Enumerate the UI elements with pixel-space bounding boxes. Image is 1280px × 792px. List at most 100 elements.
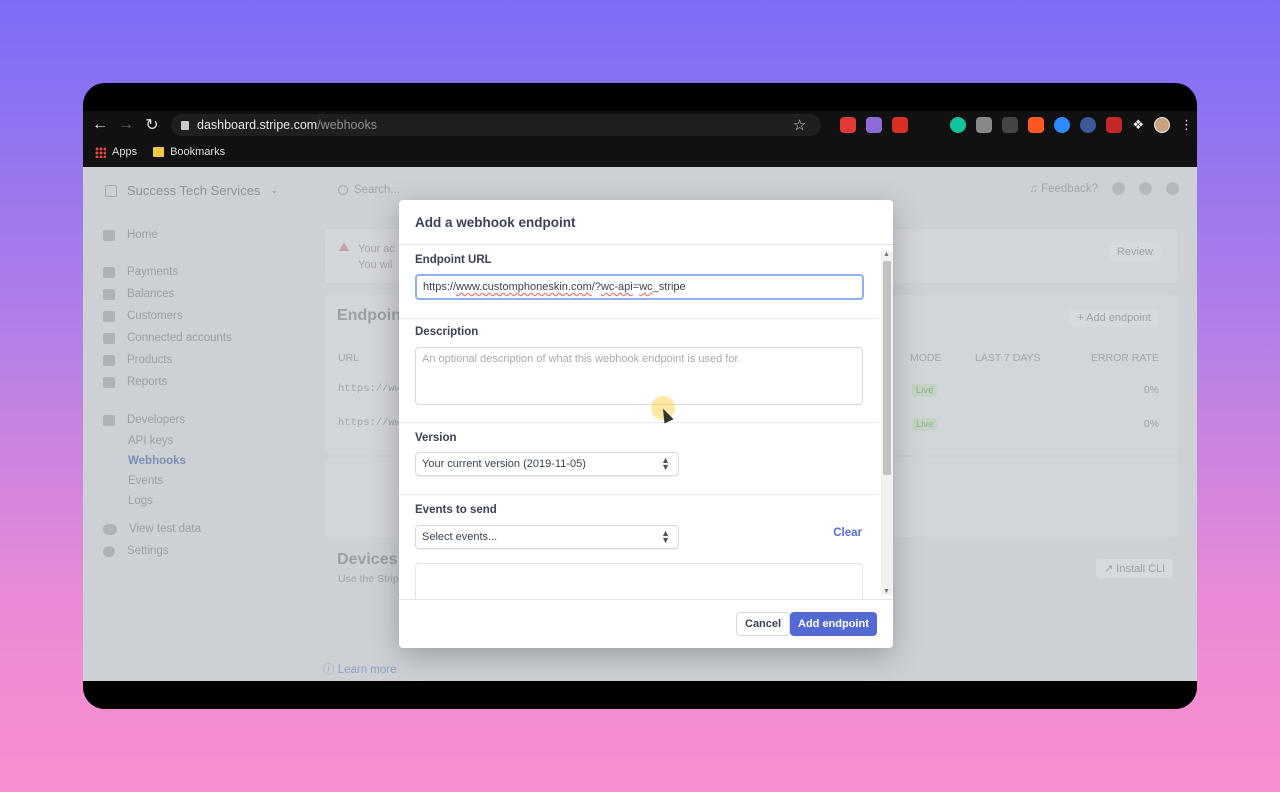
reports-icon [103,376,115,388]
select-chevrons-icon: ▲ ▼ [661,455,670,472]
view-test-data-toggle[interactable]: View test data [103,523,201,535]
help-icon[interactable] [1139,182,1152,195]
address-bar[interactable]: dashboard.stripe.com/webhooks [171,114,821,136]
sidebar-item-home[interactable]: Home [103,229,158,241]
learn-more-label: Learn more [337,664,397,676]
url-query-start: /? [591,281,601,293]
terminal-icon [103,414,115,426]
sidebar-subitem-webhooks[interactable]: Webhooks [128,455,186,467]
sidebar-item-products[interactable]: Products [103,354,172,366]
review-button[interactable]: Review [1108,243,1161,261]
globe-icon [103,332,115,344]
sidebar-item-label: Developers [127,414,186,426]
sidebar-item-settings[interactable]: Settings [103,545,169,557]
shield-extension-icon[interactable] [1080,117,1097,133]
scroll-up-icon[interactable]: ▲ [883,251,890,258]
home-icon [103,229,115,241]
extension-gray-icon[interactable] [976,117,993,133]
gear-icon [103,545,115,557]
events-select[interactable]: Select events... ▲ ▼ [415,525,679,549]
grammarly-icon[interactable] [950,117,967,133]
url-path: /webhooks [317,118,377,132]
sidebar-item-reports[interactable]: Reports [103,376,167,388]
sidebar-item-connected-accounts[interactable]: Connected accounts [103,332,232,344]
version-value: Your current version (2019-11-05) [422,458,586,470]
clear-events-button[interactable]: Clear [833,527,862,539]
sidebar-item-developers[interactable]: Developers [103,414,185,426]
bookmark-folder[interactable]: Bookmarks [153,146,225,158]
abp-icon[interactable] [840,117,857,133]
sidebar: Success Tech Services ⌄ Home Payments Ba… [83,167,298,681]
sidebar-item-customers[interactable]: Customers [103,310,183,322]
error-rate-value: 0% [1143,384,1159,396]
alert-text: Your ac You wil [358,241,395,273]
add-endpoint-button-bg[interactable]: + Add endpoint [1069,309,1159,327]
learn-more-link[interactable]: ⓘ Learn more [323,661,397,677]
top-right-actions: ♫ Feedback? [1029,182,1179,195]
sidebar-item-payments[interactable]: Payments [103,266,178,278]
user-icon[interactable] [1166,182,1179,195]
bookmark-apps[interactable]: Apps [95,146,137,158]
add-endpoint-button[interactable]: Add endpoint [790,612,877,636]
sidebar-item-label: Connected accounts [127,332,232,344]
column-url: URL [338,352,360,364]
sidebar-item-label: Customers [127,310,183,322]
products-icon [103,354,115,366]
folder-icon [153,147,165,157]
toggle-icon [103,523,117,535]
reload-icon[interactable]: ↻ [139,112,165,138]
search-input[interactable]: Search... [338,184,400,196]
column-error-rate: ERROR RATE [1090,352,1159,364]
bookmark-apps-label: Apps [112,146,138,158]
play-extension-icon[interactable] [1028,117,1045,133]
scroll-down-icon[interactable]: ▼ [883,588,890,595]
search-extension-icon[interactable] [1054,117,1071,133]
account-logo-icon [105,184,117,197]
apps-grid-icon [95,146,106,158]
column-mode: MODE [910,352,942,364]
version-select[interactable]: Your current version (2019-11-05) ▲ ▼ [415,452,679,476]
bell-icon[interactable] [1112,182,1125,195]
endpoint-url-label: Endpoint URL [415,254,492,266]
cancel-button[interactable]: Cancel [736,612,791,636]
sidebar-item-label: Home [127,229,158,241]
extensions-area: ☆ ❖ ⋮ [793,115,1193,135]
live-badge: Live [912,418,938,431]
column-last-7-days: LAST 7 DAYS [975,352,1041,364]
description-textarea[interactable]: An optional description of what this web… [415,347,863,405]
account-switcher[interactable]: Success Tech Services ⌄ [105,183,278,198]
sidebar-item-balances[interactable]: Balances [103,288,174,300]
colorful-extension-icon[interactable] [866,117,883,133]
customers-icon [103,310,115,322]
endpoint-row-url[interactable]: https://ww [338,383,401,395]
sh-extension-icon[interactable] [1002,117,1019,133]
endpoint-row-url[interactable]: https://ww [338,417,401,429]
sidebar-item-label: Payments [127,266,179,278]
events-placeholder: Select events... [422,531,498,543]
puzzle-extensions-icon[interactable]: ❖ [1132,117,1144,133]
select-chevrons-icon: ▲ ▼ [661,528,670,545]
browser-chrome: ← → ↻ dashboard.stripe.com/webhooks ☆ ❖ … [83,111,1197,167]
sidebar-subitem-api-keys[interactable]: API keys [128,435,173,447]
forward-arrow-icon[interactable]: → [113,112,139,138]
modal-scrollbar[interactable]: ▲ ▼ [881,251,893,595]
url-domain: www.customphoneskin.com [456,281,592,293]
browser-toolbar: ← → ↻ dashboard.stripe.com/webhooks ☆ ❖ … [83,111,1197,139]
profile-avatar[interactable] [1154,117,1170,133]
pdf-icon[interactable] [892,117,909,133]
modal-body: Endpoint URL https://www.customphoneskin… [399,245,893,599]
url-scheme: https:// [423,281,457,293]
feedback-link[interactable]: ♫ Feedback? [1029,183,1098,195]
sidebar-subitem-events[interactable]: Events [128,475,163,487]
sidebar-item-label: View test data [129,523,202,535]
scrollbar-thumb[interactable] [883,261,891,475]
back-arrow-icon[interactable]: ← [87,112,113,138]
install-cli-button[interactable]: ↗ Install CLI [1096,559,1174,578]
sidebar-subitem-logs[interactable]: Logs [128,495,153,507]
bookmark-star-icon[interactable]: ☆ [793,116,806,134]
browser-menu-icon[interactable]: ⋮ [1180,117,1193,133]
payments-icon [103,266,115,278]
endpoint-url-input[interactable]: https://www.customphoneskin.com/? wc-api =… [415,274,864,300]
add-webhook-modal: Add a webhook endpoint Endpoint URL http… [399,200,893,648]
k-extension-icon[interactable] [1106,117,1123,133]
